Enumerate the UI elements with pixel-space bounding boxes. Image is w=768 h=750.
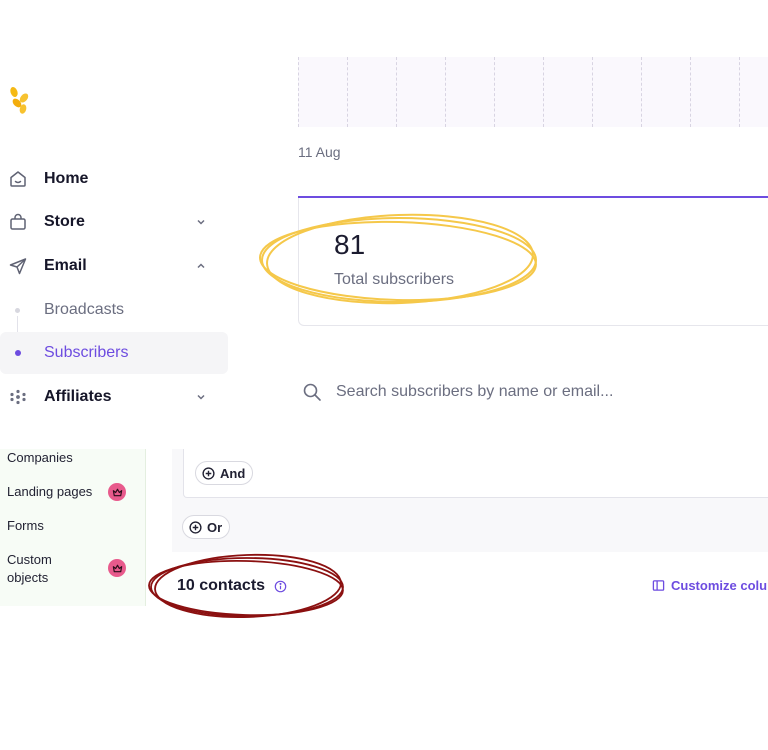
crown-icon <box>112 488 122 496</box>
nav-label-home: Home <box>44 170 89 187</box>
add-and-condition-button[interactable]: And <box>195 461 254 485</box>
chart-gridline <box>543 57 544 127</box>
chart-gridline <box>739 57 740 127</box>
active-indicator-dot <box>15 350 21 356</box>
nav-item-home[interactable]: Home <box>0 159 228 199</box>
logo-icon <box>10 86 29 114</box>
columns-icon <box>652 580 665 591</box>
chevron-down-icon[interactable] <box>195 216 207 228</box>
customize-columns-label: Customize colum <box>671 578 768 593</box>
secondary-sidebar: Companies Landing pages Forms Custom obj… <box>0 449 146 606</box>
sidebar-link-landing-pages[interactable]: Landing pages <box>7 483 92 501</box>
add-or-condition-button[interactable]: Or <box>182 515 231 539</box>
crown-icon <box>112 564 122 572</box>
app-screen: Home Store Email Broadcasts Subscribers <box>0 0 768 750</box>
stat-card <box>298 198 768 326</box>
chart-gridline <box>445 57 446 127</box>
crown-badge <box>108 559 126 577</box>
home-icon <box>10 171 26 187</box>
chart-gridline <box>690 57 691 127</box>
chart-gridline <box>298 57 299 127</box>
sidebar-item-subscribers[interactable]: Subscribers <box>0 332 228 374</box>
sidebar-link-companies[interactable]: Companies <box>7 449 73 467</box>
plus-circle-icon <box>189 520 202 534</box>
chart-gridline <box>396 57 397 127</box>
chart-gridline <box>592 57 593 127</box>
chart-gridline <box>347 57 348 127</box>
nav-item-store[interactable]: Store <box>0 202 228 242</box>
search-input[interactable] <box>336 378 756 406</box>
info-icon[interactable] <box>274 580 287 593</box>
contacts-count: 10 contacts <box>177 577 266 594</box>
dots-cluster-icon <box>10 389 26 405</box>
total-subscribers-value: 81 <box>334 229 366 260</box>
sidebar-link-custom-objects[interactable]: Custom objects <box>7 551 77 587</box>
chevron-up-icon[interactable] <box>195 260 207 272</box>
nav-label-email: Email <box>44 257 87 274</box>
filter-group <box>183 449 768 498</box>
or-label: Or <box>207 519 223 535</box>
search-icon <box>303 383 321 401</box>
nav-label-affiliates: Affiliates <box>44 388 112 405</box>
subscriber-chart <box>298 57 768 127</box>
chart-gridline <box>641 57 642 127</box>
chart-date-label: 11 Aug <box>298 144 341 160</box>
nav-label-store: Store <box>44 213 85 230</box>
plus-circle-icon <box>202 466 215 480</box>
shopping-bag-icon <box>10 213 26 230</box>
nav-item-affiliates[interactable]: Affiliates <box>0 377 228 417</box>
chart-gridline <box>494 57 495 127</box>
send-icon <box>9 258 27 275</box>
chevron-down-icon[interactable] <box>195 391 207 403</box>
total-subscribers-label: Total subscribers <box>334 271 455 288</box>
sidebar-item-broadcasts[interactable]: Broadcasts <box>0 289 228 331</box>
sidebar-link-forms[interactable]: Forms <box>7 517 44 535</box>
nav-item-email[interactable]: Email <box>0 246 228 286</box>
sidebar-item-label: Broadcasts <box>44 301 125 318</box>
sidebar-item-label: Subscribers <box>44 344 129 361</box>
customize-columns-button[interactable]: Customize colum <box>652 578 768 593</box>
and-label: And <box>220 465 246 481</box>
crown-badge <box>108 483 126 501</box>
